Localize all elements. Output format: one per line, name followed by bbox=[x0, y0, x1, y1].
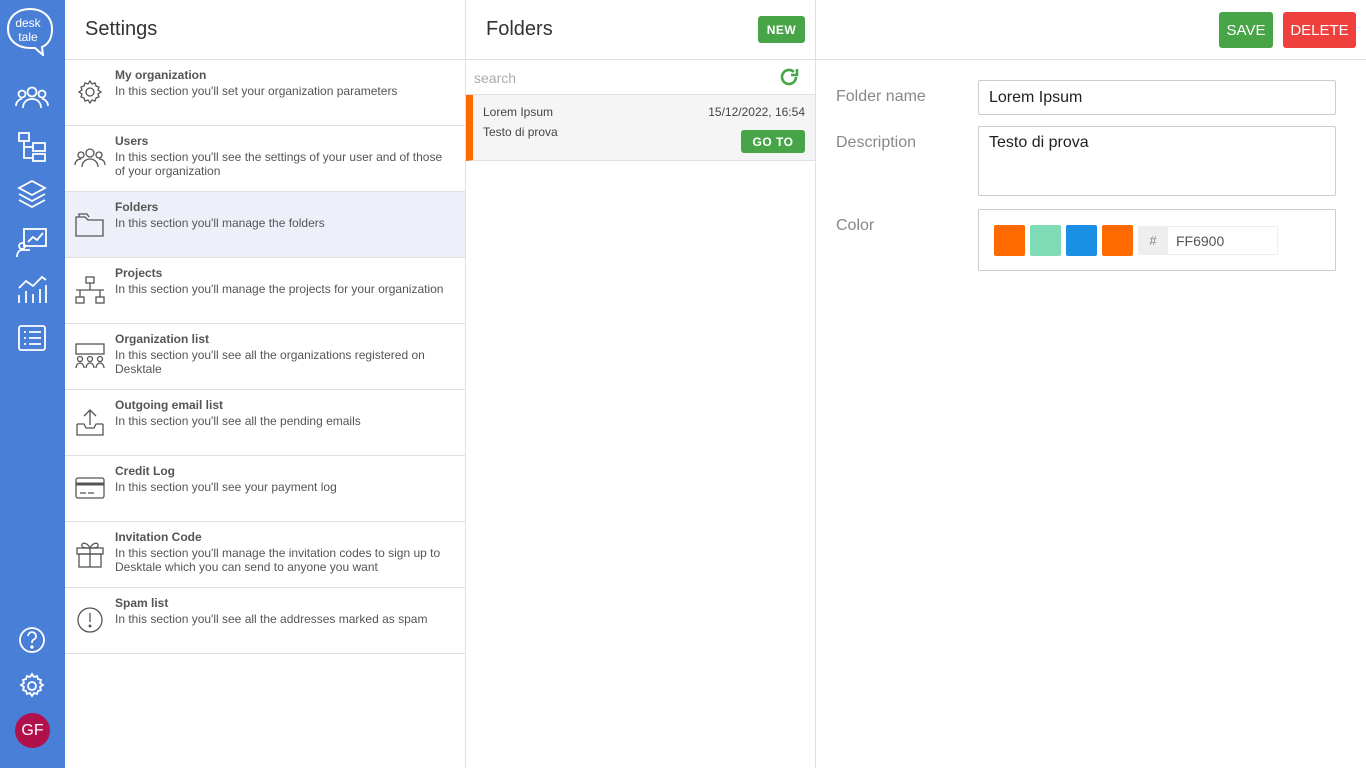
settings-item-title: Organization list bbox=[115, 332, 210, 346]
search-input[interactable] bbox=[474, 68, 764, 88]
logo-text-desk: desk bbox=[15, 16, 41, 30]
settings-item-desc: In this section you'll manage the projec… bbox=[115, 282, 444, 296]
settings-item-folders[interactable]: Folders In this section you'll manage th… bbox=[65, 192, 465, 258]
avatar[interactable]: GF bbox=[15, 713, 50, 748]
settings-item-users[interactable]: Users In this section you'll see the set… bbox=[65, 126, 465, 192]
sitemap-icon bbox=[74, 274, 106, 306]
gear-icon[interactable] bbox=[14, 668, 50, 704]
new-folder-button[interactable]: NEW bbox=[758, 16, 805, 43]
color-swatch-orange-2[interactable] bbox=[1102, 225, 1133, 256]
analytics-icon[interactable] bbox=[14, 272, 50, 308]
search-bar bbox=[466, 59, 815, 95]
users-icon[interactable] bbox=[14, 80, 50, 116]
color-swatch-orange[interactable] bbox=[994, 225, 1025, 256]
settings-item-desc: In this section you'll see all the organ… bbox=[115, 348, 425, 376]
outbox-icon bbox=[74, 406, 106, 438]
hex-color-input[interactable] bbox=[1168, 226, 1278, 255]
color-picker: # bbox=[978, 209, 1336, 271]
settings-item-title: Folders bbox=[115, 200, 159, 214]
logo-text-tale: tale bbox=[18, 30, 38, 44]
help-icon[interactable] bbox=[14, 622, 50, 658]
settings-item-my-organization[interactable]: My organization In this section you'll s… bbox=[65, 60, 465, 126]
settings-item-desc: In this section you'll see all the addre… bbox=[115, 612, 428, 626]
folder-detail-panel: SAVE DELETE Folder name Description Test… bbox=[816, 0, 1366, 768]
settings-item-desc: In this section you'll manage the invita… bbox=[115, 546, 441, 574]
folder-item-date: 15/12/2022, 16:54 bbox=[708, 105, 805, 119]
folder-name-label: Folder name bbox=[836, 88, 926, 105]
refresh-icon[interactable] bbox=[778, 66, 800, 88]
alert-circle-icon bbox=[74, 604, 106, 636]
settings-item-title: My organization bbox=[115, 68, 207, 82]
folder-list-item[interactable]: Lorem Ipsum 15/12/2022, 16:54 Testo di p… bbox=[466, 95, 815, 161]
folder-name-input[interactable] bbox=[978, 80, 1336, 115]
organization-list-icon bbox=[74, 340, 106, 372]
settings-item-title: Users bbox=[115, 134, 149, 148]
folder-icon bbox=[74, 208, 106, 240]
divider bbox=[816, 59, 1366, 60]
description-label: Description bbox=[836, 134, 917, 151]
folders-panel: Folders NEW Lorem Ipsum 15/12/2022, 16:5… bbox=[466, 0, 816, 768]
settings-item-title: Invitation Code bbox=[115, 530, 202, 544]
settings-title: Settings bbox=[85, 18, 158, 40]
settings-item-title: Credit Log bbox=[115, 464, 175, 478]
go-to-button[interactable]: GO TO bbox=[741, 130, 805, 153]
gift-icon bbox=[74, 538, 106, 570]
settings-item-desc: In this section you'll set your organiza… bbox=[115, 84, 398, 98]
hex-prefix: # bbox=[1138, 226, 1168, 255]
settings-item-title: Projects bbox=[115, 266, 163, 280]
color-swatch-mint[interactable] bbox=[1030, 225, 1061, 256]
delete-button[interactable]: DELETE bbox=[1283, 12, 1356, 48]
settings-item-desc: In this section you'll manage the folder… bbox=[115, 216, 325, 230]
folders-title: Folders bbox=[486, 18, 553, 40]
settings-item-credit-log[interactable]: Credit Log In this section you'll see yo… bbox=[65, 456, 465, 522]
settings-item-invitation-code[interactable]: Invitation Code In this section you'll m… bbox=[65, 522, 465, 588]
nav-rail: desk tale GF bbox=[0, 0, 65, 768]
folder-item-name: Lorem Ipsum bbox=[483, 105, 554, 119]
settings-item-title: Spam list bbox=[115, 596, 169, 610]
desktale-logo[interactable]: desk tale bbox=[5, 6, 55, 58]
settings-item-spam-list[interactable]: Spam list In this section you'll see all… bbox=[65, 588, 465, 654]
list-icon[interactable] bbox=[14, 320, 50, 356]
settings-item-desc: In this section you'll see your payment … bbox=[115, 480, 337, 494]
settings-item-outgoing-email-list[interactable]: Outgoing email list In this section you'… bbox=[65, 390, 465, 456]
settings-list: My organization In this section you'll s… bbox=[65, 59, 465, 654]
users-icon bbox=[74, 142, 106, 174]
description-textarea[interactable]: Testo di prova bbox=[978, 126, 1336, 196]
color-swatch-blue[interactable] bbox=[1066, 225, 1097, 256]
settings-item-organization-list[interactable]: Organization list In this section you'll… bbox=[65, 324, 465, 390]
credit-card-icon bbox=[74, 472, 106, 504]
settings-item-title: Outgoing email list bbox=[115, 398, 224, 412]
chart-presentation-icon[interactable] bbox=[14, 224, 50, 260]
org-tree-icon[interactable] bbox=[14, 128, 50, 164]
color-label: Color bbox=[836, 217, 875, 234]
folder-item-desc: Testo di prova bbox=[483, 125, 558, 139]
layers-icon[interactable] bbox=[14, 176, 50, 212]
settings-panel: Settings My organization In this section… bbox=[65, 0, 466, 768]
settings-item-desc: In this section you'll see all the pendi… bbox=[115, 414, 361, 428]
gear-icon bbox=[74, 76, 106, 108]
settings-item-projects[interactable]: Projects In this section you'll manage t… bbox=[65, 258, 465, 324]
save-button[interactable]: SAVE bbox=[1219, 12, 1273, 48]
settings-item-desc: In this section you'll see the settings … bbox=[115, 150, 443, 178]
